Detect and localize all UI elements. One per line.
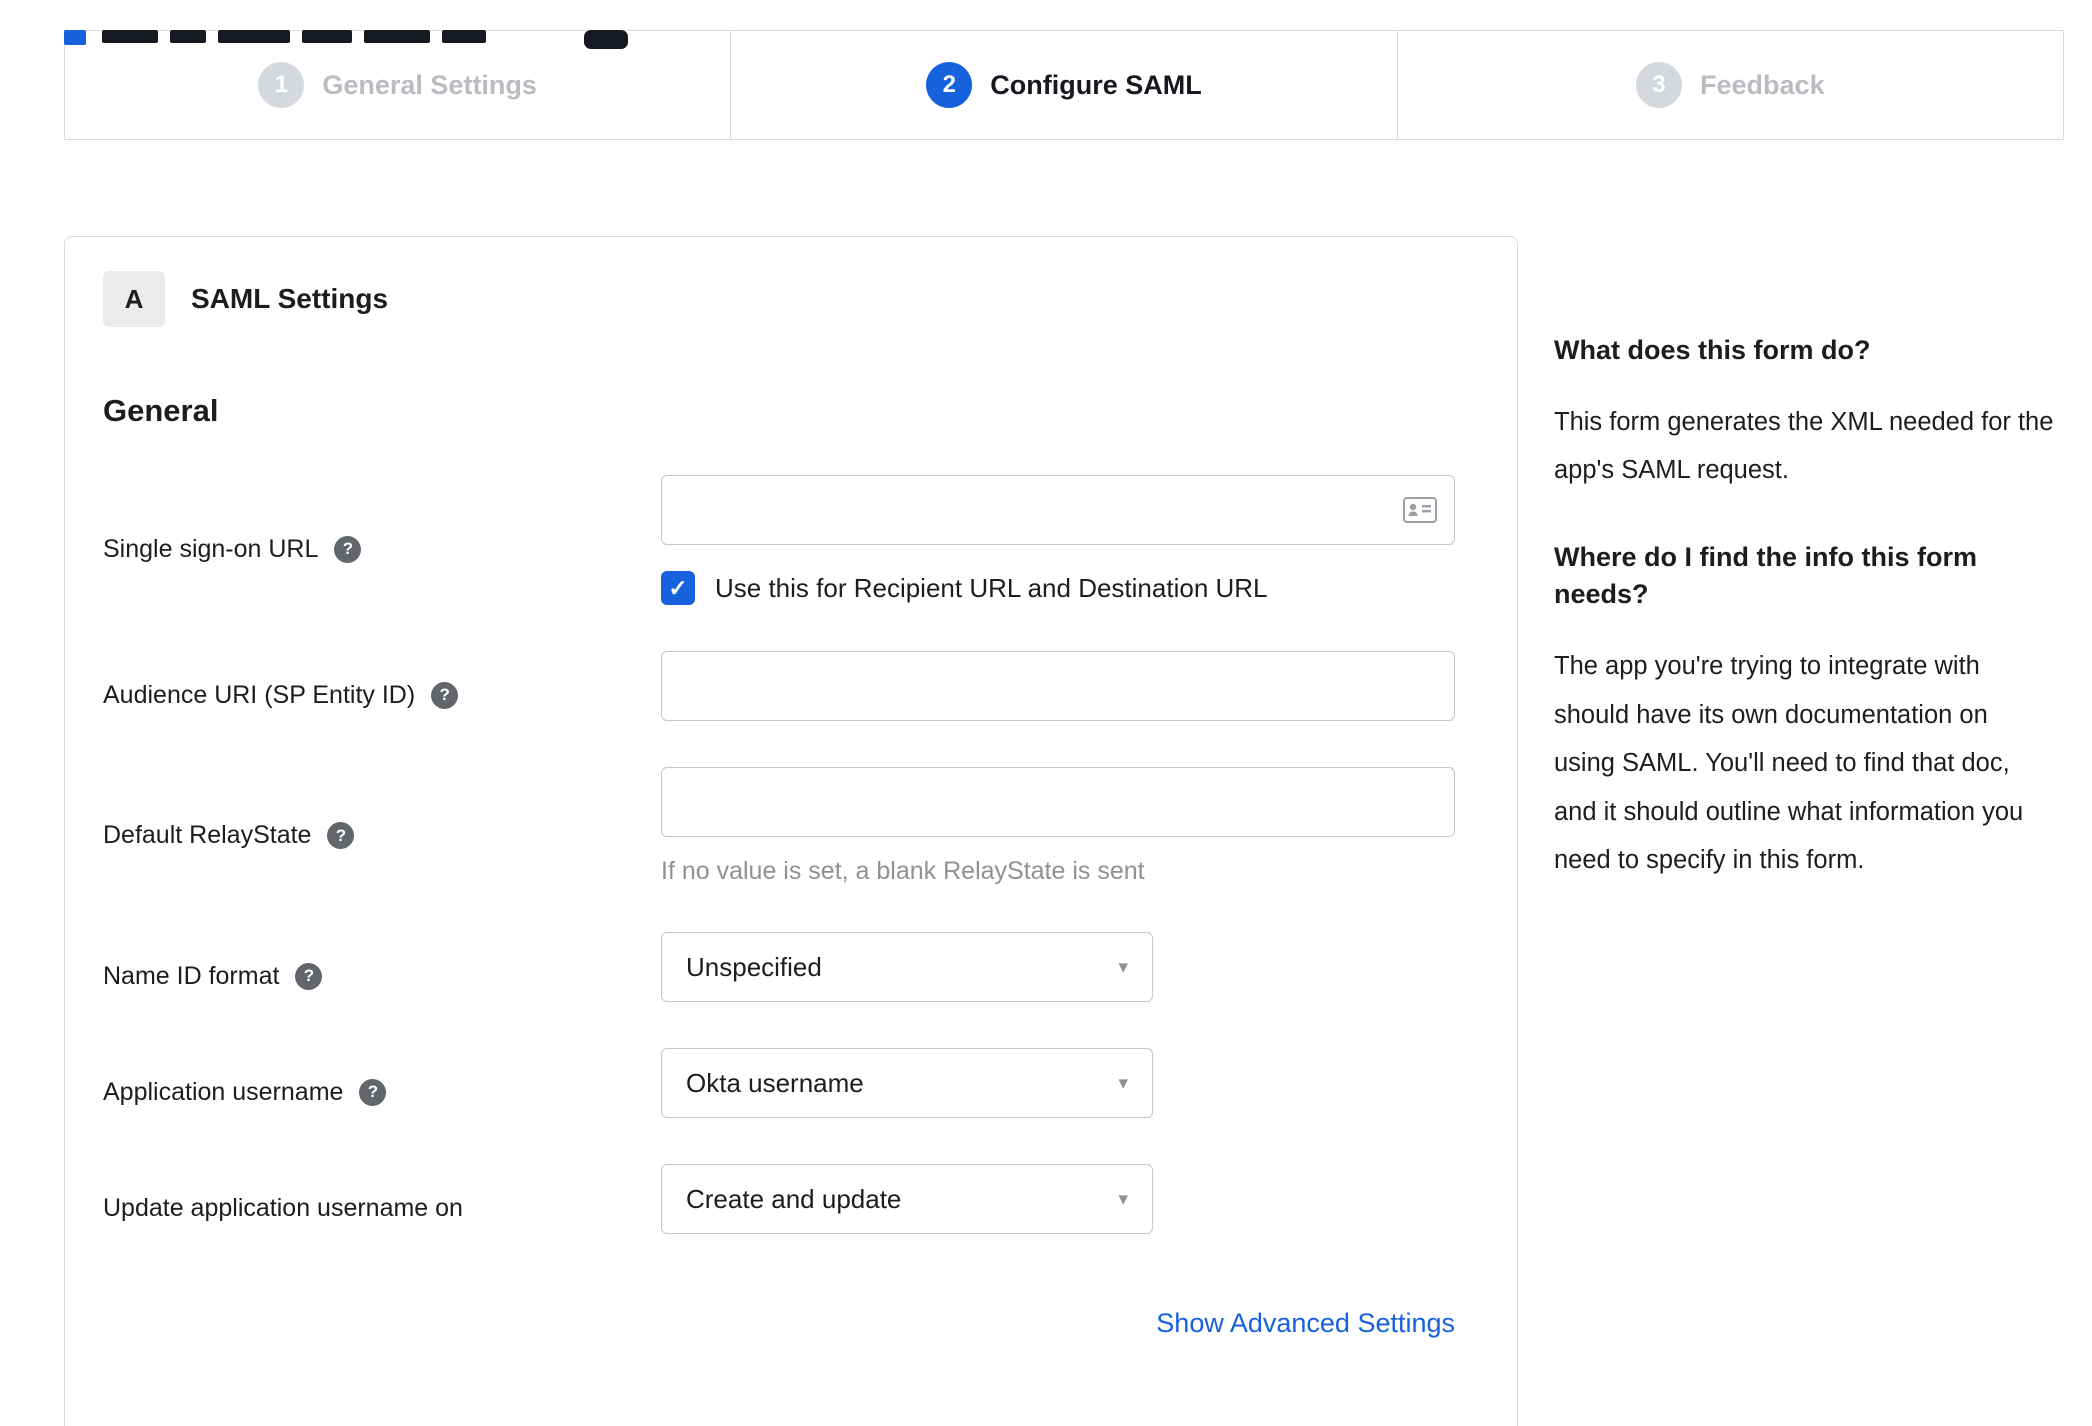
name-id-format-row: Name ID format ? Unspecified ▾ — [103, 932, 1479, 1002]
chevron-down-icon: ▾ — [1118, 1188, 1128, 1210]
application-username-value: Okta username — [686, 1067, 864, 1098]
audience-uri-row: Audience URI (SP Entity ID) ? — [103, 651, 1479, 721]
step-number-badge: 2 — [926, 62, 973, 108]
panel-title: SAML Settings — [191, 283, 389, 314]
update-username-field-group: Create and update ▾ — [661, 1164, 1153, 1234]
update-username-label-group: Update application username on — [103, 1164, 661, 1234]
sso-url-label-group: Single sign-on URL ? — [103, 475, 661, 605]
section-a-badge: A — [103, 271, 165, 327]
main-content: A SAML Settings General Single sign-on U… — [64, 236, 2092, 1426]
relaystate-row: Default RelayState ? If no value is set,… — [103, 767, 1479, 886]
name-id-format-label: Name ID format — [103, 961, 280, 990]
step-label: Configure SAML — [990, 69, 1202, 100]
sidebar-question-1: What does this form do? — [1554, 335, 1871, 365]
help-icon[interactable]: ? — [327, 822, 355, 849]
chevron-down-icon: ▾ — [1118, 956, 1128, 978]
clipped-app-logo-fragment — [584, 30, 628, 49]
application-username-select[interactable]: Okta username ▾ — [661, 1048, 1153, 1118]
application-username-field-group: Okta username ▾ — [661, 1048, 1153, 1118]
relaystate-field-group: If no value is set, a blank RelayState i… — [661, 767, 1455, 886]
clipped-blue-fragment — [64, 30, 86, 45]
audience-uri-label: Audience URI (SP Entity ID) — [103, 680, 416, 709]
sidebar-answer-2: The app you're trying to integrate with … — [1554, 652, 2024, 875]
sso-url-field-group: ✓ Use this for Recipient URL and Destina… — [661, 475, 1455, 605]
sso-url-label: Single sign-on URL — [103, 534, 319, 563]
contact-card-icon — [1403, 497, 1437, 523]
help-icon[interactable]: ? — [359, 1078, 387, 1106]
relaystate-label-group: Default RelayState ? — [103, 767, 661, 886]
name-id-format-select[interactable]: Unspecified ▾ — [661, 932, 1153, 1002]
saml-settings-panel: A SAML Settings General Single sign-on U… — [64, 236, 1518, 1426]
audience-uri-field-group — [661, 651, 1455, 721]
step-label: General Settings — [322, 69, 537, 100]
clipped-header-fragment — [0, 30, 2092, 52]
update-username-value: Create and update — [686, 1183, 902, 1214]
help-icon[interactable]: ? — [295, 962, 323, 990]
update-username-label: Update application username on — [103, 1193, 463, 1222]
name-id-format-field-group: Unspecified ▾ — [661, 932, 1153, 1002]
recipient-url-checkbox-label: Use this for Recipient URL and Destinati… — [715, 572, 1268, 603]
sidebar-answer-1: This form generates the XML needed for t… — [1554, 407, 2054, 485]
application-username-label: Application username — [103, 1077, 344, 1106]
help-sidebar: What does this form do? This form genera… — [1554, 236, 2054, 928]
relaystate-input[interactable] — [661, 767, 1455, 837]
application-username-label-group: Application username ? — [103, 1048, 661, 1118]
help-icon[interactable]: ? — [431, 681, 459, 709]
show-advanced-settings-link[interactable]: Show Advanced Settings — [1156, 1308, 1455, 1338]
audience-uri-input[interactable] — [661, 651, 1455, 721]
update-username-row: Update application username on Create an… — [103, 1164, 1479, 1234]
audience-uri-label-group: Audience URI (SP Entity ID) ? — [103, 651, 661, 721]
recipient-url-checkbox-row: ✓ Use this for Recipient URL and Destina… — [661, 571, 1455, 605]
sidebar-question-2: Where do I find the info this form needs… — [1554, 541, 1977, 610]
relaystate-label: Default RelayState — [103, 821, 312, 849]
recipient-url-checkbox[interactable]: ✓ — [661, 571, 695, 605]
advanced-settings-row: Show Advanced Settings — [103, 1308, 1455, 1339]
update-username-select[interactable]: Create and update ▾ — [661, 1164, 1153, 1234]
sso-url-row: Single sign-on URL ? ✓ Use this for Reci… — [103, 475, 1479, 605]
panel-header: A SAML Settings — [103, 271, 1479, 327]
general-section-title: General — [103, 393, 219, 428]
application-username-row: Application username ? Okta username ▾ — [103, 1048, 1479, 1118]
relaystate-hint: If no value is set, a blank RelayState i… — [661, 857, 1145, 885]
name-id-format-label-group: Name ID format ? — [103, 932, 661, 1002]
name-id-format-value: Unspecified — [686, 951, 822, 982]
step-number-badge: 3 — [1636, 62, 1683, 108]
step-label: Feedback — [1700, 69, 1825, 100]
chevron-down-icon: ▾ — [1118, 1072, 1128, 1094]
sso-url-input-wrap — [661, 475, 1455, 545]
step-number-badge: 1 — [258, 62, 305, 108]
help-icon[interactable]: ? — [334, 535, 362, 563]
sso-url-input[interactable] — [661, 475, 1455, 545]
